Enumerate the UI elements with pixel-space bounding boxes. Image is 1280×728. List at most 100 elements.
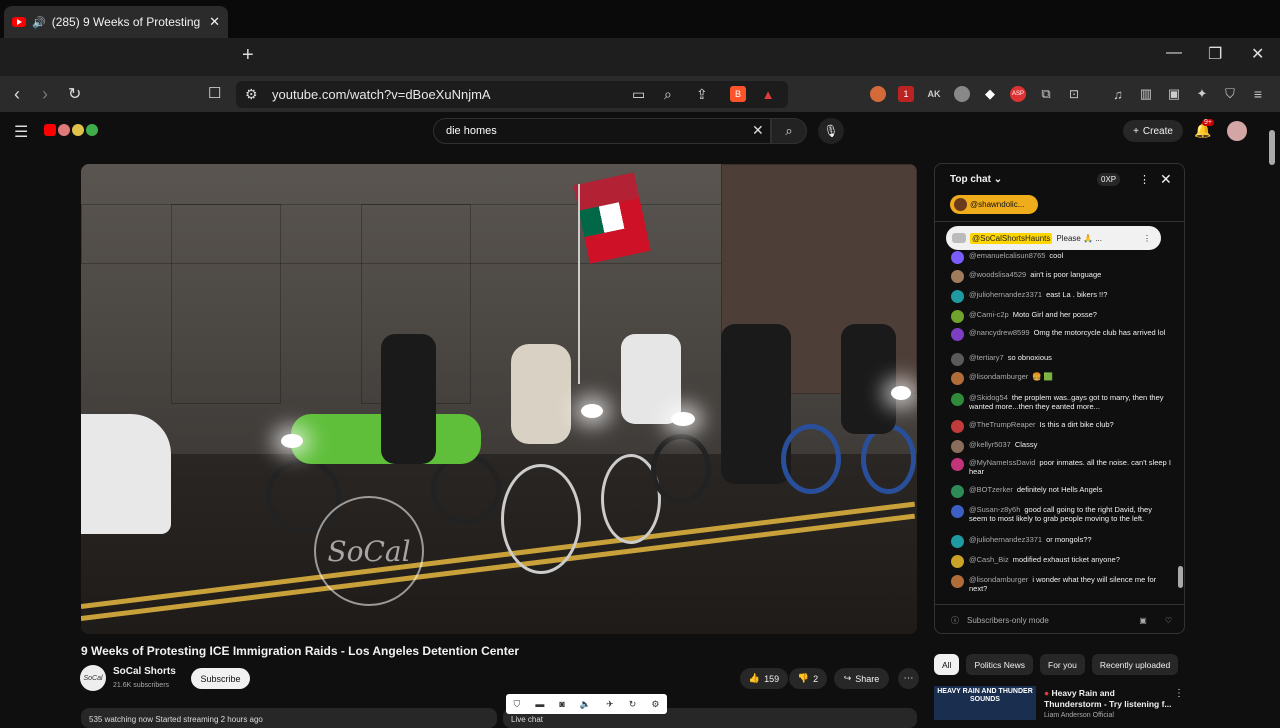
chat-author-name[interactable]: @nancydrew8599 bbox=[969, 328, 1030, 337]
chat-message[interactable]: @MyNameIssDavid poor inmates. all the noi… bbox=[951, 458, 1171, 476]
sidebar-icon[interactable]: ▥ bbox=[1138, 86, 1154, 102]
chat-author-name[interactable]: @lisondamburger bbox=[969, 575, 1028, 584]
chat-author-avatar[interactable] bbox=[951, 353, 964, 366]
recommended-thumbnail[interactable]: HEAVY RAIN AND THUNDER SOUNDS bbox=[934, 686, 1036, 720]
refresh-icon[interactable]: ↻ bbox=[629, 699, 637, 710]
extension-ak-icon[interactable]: AK bbox=[926, 86, 942, 102]
chat-scrollbar[interactable] bbox=[1177, 226, 1184, 596]
brave-rewards-icon[interactable]: ▲ bbox=[760, 86, 776, 102]
chat-message[interactable]: @Cash_Biz modified exhaust ticket anyone? bbox=[951, 555, 1171, 568]
pinned-message[interactable]: @SoCalShortsHaunts Please 🙏 ... ⋮ bbox=[946, 226, 1161, 250]
leo-ai-icon[interactable]: ✦ bbox=[1194, 86, 1210, 102]
extension-circle-icon[interactable] bbox=[954, 86, 970, 102]
page-scrollbar[interactable] bbox=[1268, 128, 1276, 688]
chat-message[interactable]: @juliohernandez3371 or mongols?? bbox=[951, 535, 1171, 548]
chat-more-icon[interactable]: ⋮ bbox=[1139, 173, 1150, 186]
site-settings-icon[interactable]: ⚙ bbox=[245, 86, 258, 103]
pin-icon[interactable]: ✈ bbox=[606, 699, 614, 710]
chat-author-name[interactable]: @Cash_Biz bbox=[969, 555, 1009, 564]
chat-author-avatar[interactable] bbox=[951, 575, 964, 588]
chat-author-avatar[interactable] bbox=[951, 458, 964, 471]
volume-icon[interactable]: 🔈 bbox=[580, 699, 591, 710]
shield-icon[interactable]: ⛉ bbox=[514, 699, 521, 710]
active-tab[interactable]: 🔊 (285) 9 Weeks of Protesting I ✕ bbox=[4, 6, 228, 38]
chat-message[interactable]: @TheTrumpReaper Is this a dirt bike club? bbox=[951, 420, 1171, 433]
search-input[interactable]: die homes bbox=[433, 118, 771, 144]
chat-message[interactable]: @Susan-z8y6h good call going to the right… bbox=[951, 505, 1171, 523]
xp-badge[interactable]: 0XP bbox=[1097, 173, 1121, 186]
recommended-more-icon[interactable]: ⋮ bbox=[1174, 688, 1184, 699]
chat-author-avatar[interactable] bbox=[951, 328, 964, 341]
youtube-logo[interactable] bbox=[44, 124, 98, 136]
chat-author-avatar[interactable] bbox=[951, 290, 964, 303]
chat-author-name[interactable]: @woodslisa4529 bbox=[969, 270, 1026, 279]
screenshot-icon[interactable]: ⊡ bbox=[1066, 86, 1082, 102]
media-icon[interactable]: ♫ bbox=[1110, 86, 1126, 102]
chat-message[interactable]: @emanuelcalisun8765 cool bbox=[951, 251, 1171, 264]
share-icon[interactable]: ⇪ bbox=[696, 86, 708, 103]
chat-author-name[interactable]: @kellyr5037 bbox=[969, 440, 1011, 449]
brave-shields-icon[interactable]: B bbox=[730, 86, 746, 102]
chat-close-icon[interactable]: ✕ bbox=[1160, 171, 1172, 188]
page-scroll-thumb[interactable] bbox=[1269, 130, 1275, 165]
chat-author-name[interactable]: @Skidog54 bbox=[969, 393, 1008, 402]
guide-menu-icon[interactable]: ☰ bbox=[14, 122, 28, 142]
search-button[interactable]: ⌕ bbox=[771, 118, 807, 144]
tab-close-icon[interactable]: ✕ bbox=[209, 14, 220, 30]
chat-author-name[interactable]: @Susan-z8y6h bbox=[969, 505, 1020, 514]
chat-scroll-thumb[interactable] bbox=[1178, 566, 1183, 588]
chat-message[interactable]: @tertiary7 so obnoxious bbox=[951, 353, 1171, 366]
zoom-icon[interactable]: ⌕ bbox=[664, 86, 672, 103]
chat-message[interactable]: @kellyr5037 Classy bbox=[951, 440, 1171, 453]
reload-button[interactable]: ↻ bbox=[68, 84, 81, 104]
clear-search-icon[interactable]: ✕ bbox=[752, 122, 764, 139]
ublock-icon[interactable]: 1 bbox=[898, 86, 914, 102]
voice-search-button[interactable]: 🎙 bbox=[818, 118, 844, 144]
chat-author-avatar[interactable] bbox=[951, 555, 964, 568]
chat-author-avatar[interactable] bbox=[951, 270, 964, 283]
camera-icon[interactable]: ◙ bbox=[559, 699, 564, 709]
forward-button[interactable]: › bbox=[42, 84, 48, 105]
more-actions-button[interactable]: ⋯ bbox=[898, 668, 919, 689]
heart-icon[interactable]: ♡ bbox=[1165, 616, 1172, 625]
chat-author-name[interactable]: @emanuelcalisun8765 bbox=[969, 251, 1045, 260]
filter-chip[interactable]: All bbox=[934, 654, 960, 675]
filter-chip[interactable]: Recently uploaded bbox=[1091, 654, 1179, 675]
vpn-icon[interactable]: ⛉ bbox=[1222, 86, 1238, 102]
chat-author-name[interactable]: @juliohernandez3371 bbox=[969, 535, 1042, 544]
super-sticker-chip[interactable]: @shawndolic... bbox=[950, 195, 1038, 214]
minimize-button[interactable]: — bbox=[1166, 44, 1182, 62]
chat-author-name[interactable]: @lisondamburger bbox=[969, 372, 1028, 381]
new-tab-button[interactable]: + bbox=[242, 44, 254, 67]
chat-author-avatar[interactable] bbox=[951, 310, 964, 323]
channel-avatar[interactable]: SoCal bbox=[80, 665, 106, 691]
filter-chip[interactable]: Politics News bbox=[966, 654, 1033, 675]
extensions-puzzle-icon[interactable]: ⧉ bbox=[1038, 86, 1054, 102]
recommended-video[interactable]: HEAVY RAIN AND THUNDER SOUNDS ● Heavy Ra… bbox=[934, 686, 1184, 720]
chat-message[interactable]: @lisondamburger i wonder what they will s… bbox=[951, 575, 1171, 593]
chat-message[interactable]: @juliohernandez3371 east La . bikers !!? bbox=[951, 290, 1171, 303]
cast-icon[interactable]: ▭ bbox=[632, 86, 645, 103]
recommended-title[interactable]: ● Heavy Rain and Thunderstorm - Try list… bbox=[1044, 688, 1174, 710]
extension-1-icon[interactable] bbox=[870, 86, 886, 102]
back-button[interactable]: ‹ bbox=[14, 84, 20, 105]
asp-icon[interactable]: ASP bbox=[1010, 86, 1026, 102]
wallet-icon[interactable]: ▣ bbox=[1166, 86, 1182, 102]
chat-author-name[interactable]: @MyNameIssDavid bbox=[969, 458, 1035, 467]
chat-author-name[interactable]: @juliohernandez3371 bbox=[969, 290, 1042, 299]
chat-author-avatar[interactable] bbox=[951, 440, 964, 453]
money-icon[interactable]: ▣ bbox=[1139, 616, 1147, 625]
speaker-icon[interactable]: 🔊 bbox=[32, 16, 46, 29]
chat-author-avatar[interactable] bbox=[951, 393, 964, 406]
chat-message[interactable]: @Cami-c2p Moto Girl and her posse? bbox=[951, 310, 1171, 323]
restore-button[interactable]: ❐ bbox=[1208, 44, 1222, 64]
chat-message[interactable]: @nancydrew8599 Omg the motorcycle club ha… bbox=[951, 328, 1171, 341]
chat-author-avatar[interactable] bbox=[951, 251, 964, 264]
video-player[interactable]: SoCal bbox=[81, 164, 917, 634]
close-window-button[interactable]: ✕ bbox=[1251, 44, 1264, 64]
chat-message[interactable]: @BOTzerker definitely not Hells Angels bbox=[951, 485, 1171, 498]
folder-icon[interactable]: ▬ bbox=[535, 699, 544, 709]
filter-chip[interactable]: For you bbox=[1040, 654, 1085, 675]
account-avatar[interactable] bbox=[1227, 121, 1247, 141]
bookmark-icon[interactable]: ☐ bbox=[208, 84, 221, 102]
